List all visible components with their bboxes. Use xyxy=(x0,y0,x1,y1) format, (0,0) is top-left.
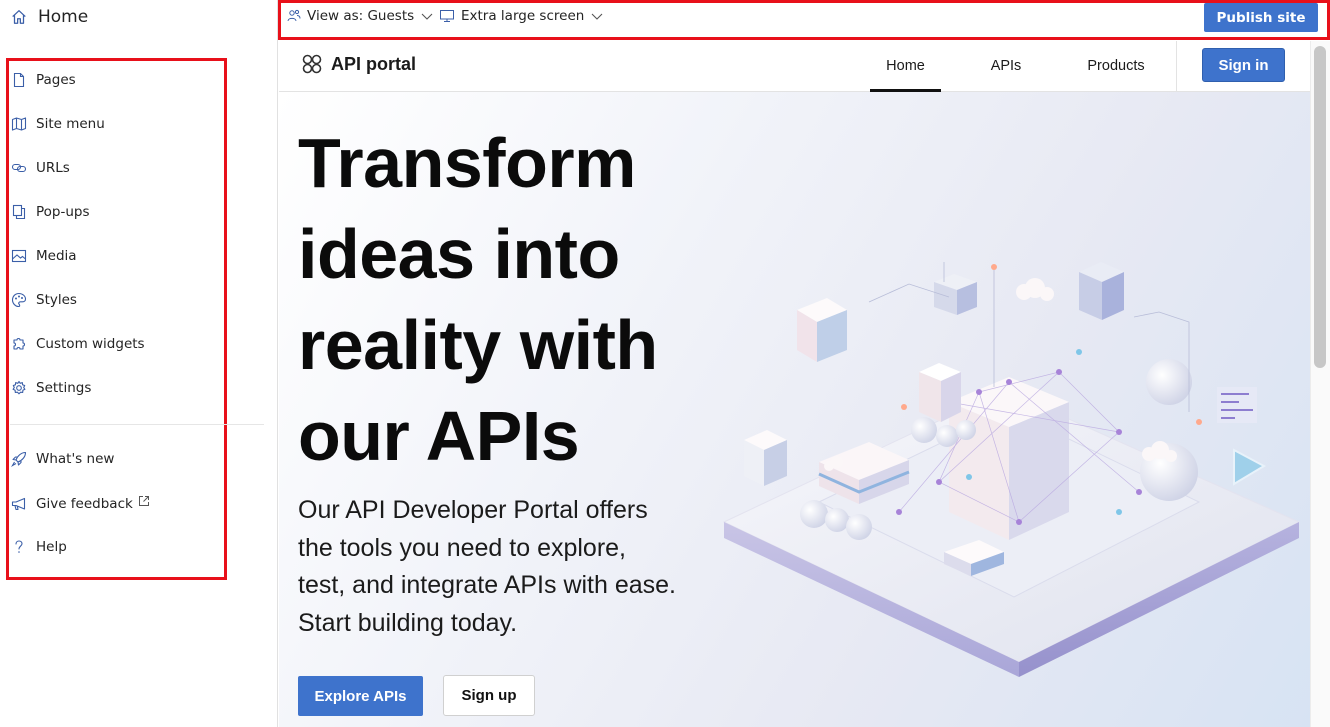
editor-toolbar: View as: Guests Extra large screen Publi… xyxy=(278,0,1330,40)
external-link-icon xyxy=(137,494,151,508)
megaphone-icon xyxy=(10,495,28,513)
site-header: API portal Home APIs Products Sign in xyxy=(279,41,1310,92)
view-as-label: View as: Guests xyxy=(307,8,415,24)
sidebar-item-label: Pages xyxy=(36,72,76,88)
site-nav-products[interactable]: Products xyxy=(1072,41,1160,91)
sign-in-button[interactable]: Sign in xyxy=(1202,48,1285,82)
sidebar-item-custom-widgets[interactable]: Custom widgets xyxy=(10,332,145,356)
header-divider xyxy=(1176,41,1177,91)
puzzle-icon xyxy=(10,335,28,353)
monitor-icon xyxy=(439,9,455,23)
screen-size-label: Extra large screen xyxy=(461,8,585,24)
sidebar-item-label: Pop-ups xyxy=(36,204,90,220)
sidebar-item-label: Site menu xyxy=(36,116,105,132)
page-icon xyxy=(10,71,28,89)
site-nav-home[interactable]: Home xyxy=(870,41,941,92)
hero-title: Transform ideas into reality with our AP… xyxy=(298,124,658,475)
view-as-dropdown[interactable]: View as: Guests xyxy=(287,6,434,26)
sidebar-item-pages[interactable]: Pages xyxy=(10,68,76,92)
screen-size-dropdown[interactable]: Extra large screen xyxy=(439,6,604,26)
site-nav-apis[interactable]: APIs xyxy=(976,41,1036,91)
sidebar-item-settings[interactable]: Settings xyxy=(10,376,91,400)
site-brand-name: API portal xyxy=(331,53,417,74)
sidebar-item-urls[interactable]: URLs xyxy=(10,156,70,180)
sidebar-item-site-menu[interactable]: Site menu xyxy=(10,112,105,136)
map-icon xyxy=(10,115,28,133)
sidebar-home[interactable]: Home xyxy=(10,4,88,30)
hero-section: Transform ideas into reality with our AP… xyxy=(279,92,1310,727)
sidebar-item-label: Custom widgets xyxy=(36,336,145,352)
explore-apis-button[interactable]: Explore APIs xyxy=(298,676,423,716)
logo-icon xyxy=(301,53,323,75)
site-brand[interactable]: API portal xyxy=(301,53,416,75)
sidebar-divider xyxy=(10,424,264,425)
sign-up-button[interactable]: Sign up xyxy=(443,675,535,716)
sidebar-item-pop-ups[interactable]: Pop-ups xyxy=(10,200,90,224)
sidebar-item-label: Help xyxy=(36,539,67,555)
sidebar-item-whats-new[interactable]: What's new xyxy=(10,447,114,471)
home-icon xyxy=(10,8,28,26)
site-preview: API portal Home APIs Products Sign in Tr… xyxy=(279,41,1310,727)
sidebar-item-label: Media xyxy=(36,248,77,264)
hero-subtitle: Our API Developer Portal offers the tool… xyxy=(298,496,677,637)
chevron-down-icon xyxy=(420,9,434,23)
question-icon xyxy=(10,538,28,556)
gear-icon xyxy=(10,379,28,397)
sidebar: Home Pages Site menu URLs Pop-ups Media xyxy=(0,0,278,727)
image-icon xyxy=(10,247,28,265)
rocket-icon xyxy=(10,450,28,468)
sidebar-home-label: Home xyxy=(38,7,89,27)
popup-icon xyxy=(10,203,28,221)
preview-scrollbar-thumb[interactable] xyxy=(1314,46,1326,368)
sidebar-item-media[interactable]: Media xyxy=(10,244,77,268)
people-icon xyxy=(287,9,301,23)
link-icon xyxy=(10,159,28,177)
sidebar-item-label: URLs xyxy=(36,160,70,176)
hero-illustration xyxy=(722,262,1301,677)
sidebar-item-help[interactable]: Help xyxy=(10,535,67,559)
sidebar-item-label: Give feedback xyxy=(36,496,133,512)
publish-site-button[interactable]: Publish site xyxy=(1204,3,1318,32)
sidebar-item-label: What's new xyxy=(36,451,115,467)
palette-icon xyxy=(10,291,28,309)
sidebar-item-give-feedback[interactable]: Give feedback xyxy=(10,492,151,516)
sidebar-item-styles[interactable]: Styles xyxy=(10,288,77,312)
sidebar-item-label: Styles xyxy=(36,292,77,308)
sidebar-item-label: Settings xyxy=(36,380,92,396)
chevron-down-icon xyxy=(590,9,604,23)
